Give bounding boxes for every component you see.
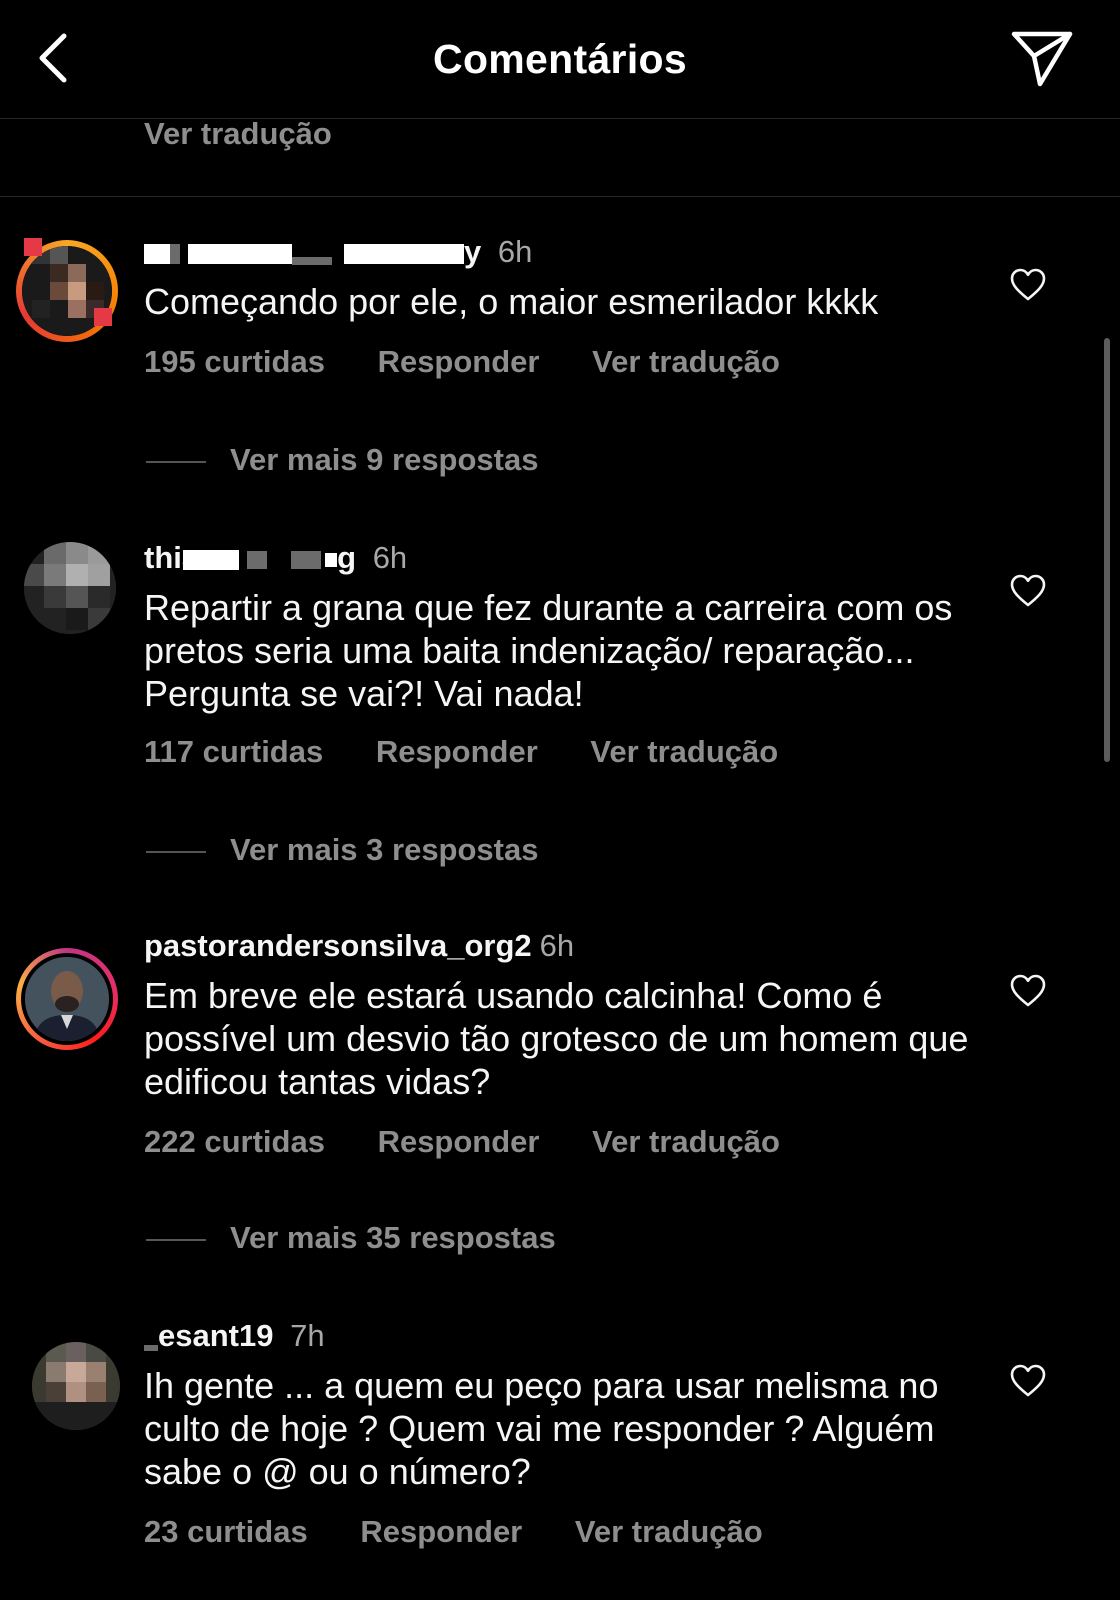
- replies-line: [146, 1238, 206, 1241]
- timestamp: 6h: [539, 928, 575, 963]
- redaction: [183, 549, 240, 570]
- translate-link[interactable]: Ver tradução: [592, 1124, 780, 1159]
- username-line: esant19 7h: [144, 1318, 325, 1354]
- view-more-replies-label: Ver mais 35 respostas: [230, 1220, 556, 1255]
- username-visible: y: [464, 234, 482, 269]
- reply-button[interactable]: Responder: [360, 1514, 522, 1549]
- share-button[interactable]: [1010, 28, 1074, 90]
- view-more-replies[interactable]: Ver mais 35 respostas: [146, 1220, 556, 1256]
- comment-actions: 195 curtidas Responder Ver tradução: [144, 344, 780, 380]
- username[interactable]: thia g: [144, 540, 365, 575]
- like-button[interactable]: [1010, 1364, 1046, 1398]
- header-bar: Comentários: [0, 0, 1120, 119]
- send-icon: [1011, 31, 1073, 87]
- likes-count[interactable]: 222 curtidas: [144, 1124, 325, 1159]
- username[interactable]: esant19: [144, 1318, 282, 1353]
- username-line: thia g 6h: [144, 540, 407, 576]
- translate-link[interactable]: Ver tradução: [590, 734, 778, 769]
- redaction: [344, 243, 464, 264]
- username-line: y 6h: [144, 234, 532, 270]
- likes-count[interactable]: 23 curtidas: [144, 1514, 308, 1549]
- replies-line: [146, 850, 206, 853]
- heart-icon: [1010, 268, 1046, 301]
- redaction: [188, 243, 292, 264]
- like-button[interactable]: [1010, 268, 1046, 302]
- scrollbar[interactable]: [1104, 338, 1110, 762]
- comment-text: Começando por ele, o maior esmerilador k…: [144, 281, 879, 322]
- avatar-pixel: [94, 308, 112, 326]
- view-more-replies[interactable]: Ver mais 9 respostas: [146, 442, 538, 478]
- divider: [0, 196, 1120, 197]
- comment-actions: 23 curtidas Responder Ver tradução: [144, 1514, 763, 1550]
- comment-actions: 117 curtidas Responder Ver tradução: [144, 734, 778, 770]
- like-button[interactable]: [1010, 974, 1046, 1008]
- username-line: pastorandersonsilva_org2 6h: [144, 928, 574, 964]
- username-visible: esant19: [158, 1318, 274, 1353]
- timestamp: 6h: [497, 234, 533, 269]
- avatar[interactable]: [16, 948, 118, 1050]
- redaction: [144, 1344, 158, 1351]
- comment-actions: 222 curtidas Responder Ver tradução: [144, 1124, 780, 1160]
- avatar-pixel: [24, 238, 42, 256]
- page-title: Comentários: [433, 36, 687, 82]
- redaction: [291, 550, 322, 569]
- heart-icon: [1010, 974, 1046, 1007]
- translate-link[interactable]: Ver tradução: [592, 344, 780, 379]
- likes-count[interactable]: 195 curtidas: [144, 344, 325, 379]
- redaction: [144, 243, 170, 264]
- translate-link[interactable]: Ver tradução: [575, 1514, 763, 1549]
- avatar[interactable]: [32, 1342, 120, 1430]
- avatar[interactable]: [24, 542, 116, 634]
- like-button[interactable]: [1010, 574, 1046, 608]
- heart-icon: [1010, 574, 1046, 607]
- comment-text: Repartir a grana que fez durante a carre…: [144, 587, 953, 714]
- reply-button[interactable]: Responder: [376, 734, 538, 769]
- reply-button[interactable]: Responder: [378, 344, 540, 379]
- reply-button[interactable]: Responder: [378, 1124, 540, 1159]
- view-more-replies[interactable]: Ver mais 3 respostas: [146, 832, 538, 868]
- likes-count[interactable]: 117 curtidas: [144, 734, 323, 769]
- timestamp: 6h: [372, 540, 408, 575]
- translate-link[interactable]: Ver tradução: [144, 116, 332, 152]
- comment-text: Ih gente ... a quem eu peço para usar me…: [144, 1365, 939, 1492]
- redaction: [247, 550, 268, 569]
- view-more-replies-label: Ver mais 3 respostas: [230, 832, 539, 867]
- redaction: [170, 243, 180, 264]
- heart-icon: [1010, 1364, 1046, 1397]
- comment-text: Em breve ele estará usando calcinha! Com…: [144, 975, 969, 1102]
- view-more-replies-label: Ver mais 9 respostas: [230, 442, 539, 477]
- username[interactable]: pastorandersonsilva_org2: [144, 928, 532, 963]
- username[interactable]: y: [144, 234, 490, 269]
- timestamp: 7h: [290, 1318, 325, 1353]
- redaction: [325, 552, 338, 567]
- replies-line: [146, 460, 206, 463]
- username-visible-end: g: [337, 540, 357, 575]
- redaction: [292, 256, 332, 265]
